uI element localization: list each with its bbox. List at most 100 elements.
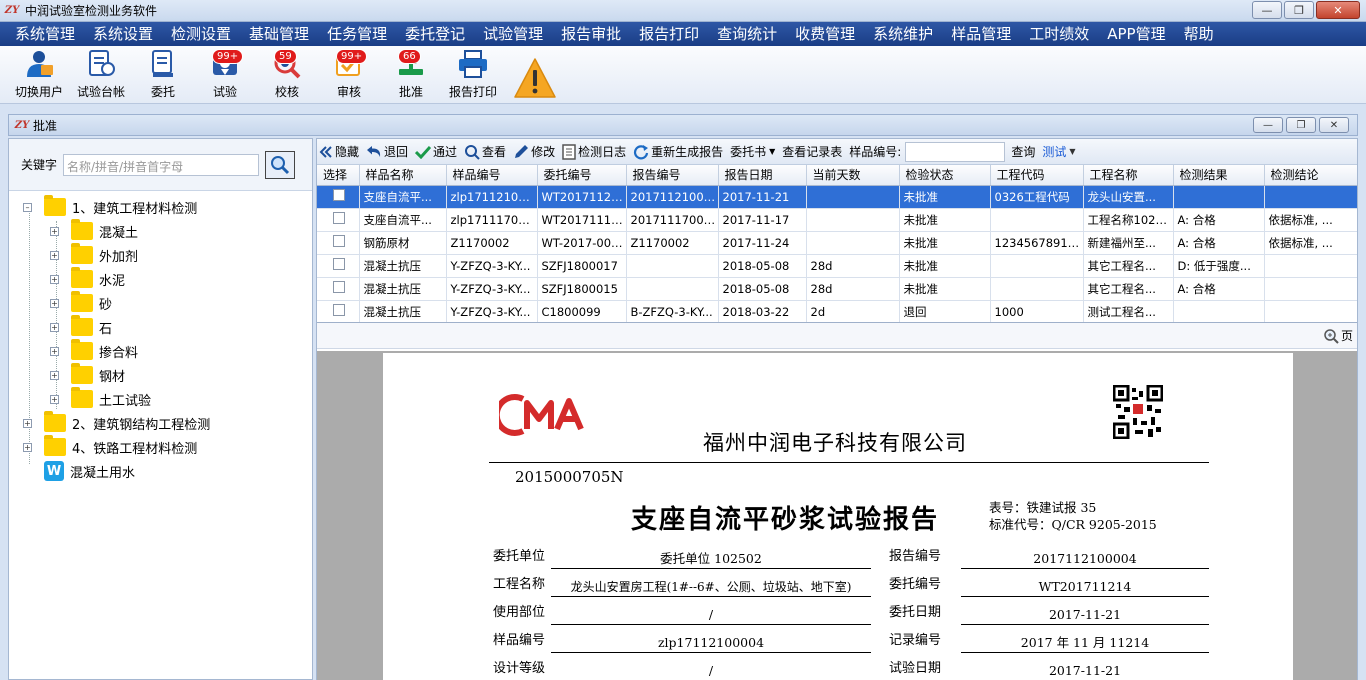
row-checkbox[interactable] [333, 212, 345, 224]
expand-icon[interactable]: + [23, 418, 32, 428]
column-header[interactable]: 工程代码 [990, 165, 1084, 186]
tree-node-steel-structure[interactable]: + 2、建筑钢结构工程检测 [9, 411, 312, 435]
zoom-in-button[interactable]: 页 [1323, 327, 1353, 344]
tree-node-cement[interactable]: + 水泥 [9, 267, 312, 291]
menu-help[interactable]: 帮助 [1175, 22, 1223, 46]
tree-node-concrete[interactable]: + 混凝土 [9, 219, 312, 243]
table-row[interactable]: 钢筋原材 Z1170002 WT-2017-00145 Z1170002 201… [317, 231, 1357, 255]
menu-sample-manage[interactable]: 样品管理 [942, 22, 1020, 46]
sample-no-input[interactable] [905, 141, 1006, 162]
query-button[interactable]: 查询 [1011, 143, 1035, 160]
menu-commission-register[interactable]: 委托登记 [396, 22, 474, 46]
project-label: 工程名称 [493, 577, 546, 592]
tree-node-steel[interactable]: + 钢材 [9, 363, 312, 387]
report-print-button[interactable]: 报告打印 [442, 47, 504, 103]
table-row[interactable]: 混凝土抗压 Y-ZFZQ-3-KY... SZFJ1800015 2018-05… [317, 277, 1357, 301]
header-divider [489, 462, 1209, 463]
row-checkbox[interactable] [333, 304, 345, 316]
menu-test-manage[interactable]: 试验管理 [474, 22, 552, 46]
close-button[interactable]: ✕ [1316, 1, 1360, 19]
menu-app-manage[interactable]: APP管理 [1098, 22, 1174, 46]
restore-button[interactable]: ❐ [1284, 1, 1314, 19]
warning-button[interactable] [504, 47, 566, 103]
column-header[interactable]: 样品编号 [446, 165, 538, 186]
tree-node-stone[interactable]: + 石 [9, 315, 312, 339]
view-records-button[interactable]: 查看记录表 [782, 143, 842, 160]
approve-button[interactable]: 66 批准 [380, 47, 442, 103]
tree-node-admixture[interactable]: + 外加剂 [9, 243, 312, 267]
column-header[interactable]: 检测结论 [1264, 165, 1357, 186]
row-checkbox[interactable] [333, 235, 345, 247]
minimize-button[interactable]: — [1252, 1, 1282, 19]
keyword-search-input[interactable]: 名称/拼音/拼音首字母 [63, 153, 260, 176]
column-header[interactable]: 样品名称 [359, 165, 447, 186]
view-button[interactable]: 查看 [464, 143, 506, 160]
column-header[interactable]: 检验状态 [899, 165, 991, 186]
menu-report-approval[interactable]: 报告审批 [552, 22, 630, 46]
column-header[interactable]: 报告日期 [718, 165, 807, 186]
test-dropdown[interactable]: 测试 ▼ [1042, 143, 1075, 160]
search-button[interactable] [265, 150, 296, 179]
column-header[interactable]: 当前天数 [806, 165, 900, 186]
tree-node-mineral-admixture[interactable]: + 掺合料 [9, 339, 312, 363]
expand-icon[interactable]: + [23, 442, 32, 452]
window-title: 中润试验室检测业务软件 [25, 4, 158, 18]
column-header[interactable]: 检测结果 [1173, 165, 1265, 186]
tree-node-concrete-water[interactable]: W 混凝土用水 [9, 459, 312, 483]
expand-icon[interactable]: + [50, 370, 59, 380]
table-row[interactable]: 混凝土抗压 Y-ZFZQ-3-KY... SZFJ1800017 2018-05… [317, 254, 1357, 278]
expand-icon[interactable]: + [50, 226, 59, 236]
menu-test-settings[interactable]: 检测设置 [162, 22, 240, 46]
menu-work-performance[interactable]: 工时绩效 [1020, 22, 1098, 46]
inner-restore-button[interactable]: ❐ [1286, 117, 1316, 133]
tree-node-railway-materials[interactable]: + 4、铁路工程材料检测 [9, 435, 312, 459]
menu-query-stats[interactable]: 查询统计 [708, 22, 786, 46]
folder-icon [71, 387, 93, 408]
table-row[interactable]: 支座自流平... zlp17111700003 WT201711173 2017… [317, 208, 1357, 232]
commission-book-dropdown[interactable]: 委托书 ▼ [730, 143, 775, 160]
test-button[interactable]: 99+ 试验 [194, 47, 256, 103]
row-checkbox[interactable] [333, 189, 345, 201]
column-header[interactable]: 工程名称 [1083, 165, 1174, 186]
tree-node-geotechnical[interactable]: + 土工试验 [9, 387, 312, 411]
menu-report-print[interactable]: 报告打印 [630, 22, 708, 46]
menu-system-settings[interactable]: 系统设置 [84, 22, 162, 46]
tree-node-building-materials[interactable]: – 1、建筑工程材料检测 [9, 195, 312, 219]
menu-task-manage[interactable]: 任务管理 [318, 22, 396, 46]
menu-system-manage[interactable]: 系统管理 [6, 22, 84, 46]
table-row[interactable]: 支座自流平... zlp17112100004 WT201711214 2017… [317, 185, 1357, 209]
review-button[interactable]: 99+ 审核 [318, 47, 380, 103]
title-bar: ZY 中润试验室检测业务软件 — ❐ ✕ [0, 0, 1366, 22]
column-header[interactable]: 委托编号 [537, 165, 627, 186]
expand-icon[interactable]: + [50, 346, 59, 356]
menu-system-maintain[interactable]: 系统维护 [864, 22, 942, 46]
check-button[interactable]: 59 校核 [256, 47, 318, 103]
modify-button[interactable]: 修改 [513, 143, 555, 160]
switch-user-button[interactable]: 切换用户 [8, 47, 70, 103]
expand-icon[interactable]: + [50, 274, 59, 284]
inner-close-button[interactable]: ✕ [1319, 117, 1349, 133]
row-checkbox[interactable] [333, 281, 345, 293]
expand-icon[interactable]: + [50, 394, 59, 404]
tree-node-sand[interactable]: + 砂 [9, 291, 312, 315]
table-row[interactable]: 混凝土抗压 Y-ZFZQ-3-KY... C1800099 B-ZFZQ-3-K… [317, 300, 1357, 322]
regenerate-report-button[interactable]: 重新生成报告 [633, 143, 723, 160]
expand-icon[interactable]: + [50, 298, 59, 308]
column-header[interactable]: 选择 [317, 165, 360, 186]
commission-button[interactable]: 委托 [132, 47, 194, 103]
expand-icon[interactable]: + [50, 250, 59, 260]
collapse-icon[interactable]: – [23, 202, 32, 212]
column-header[interactable]: 报告编号 [626, 165, 719, 186]
hide-button[interactable]: 隐藏 [319, 143, 359, 160]
expand-icon[interactable]: + [50, 322, 59, 332]
menu-fee-manage[interactable]: 收费管理 [786, 22, 864, 46]
row-checkbox[interactable] [333, 258, 345, 270]
pass-button[interactable]: 通过 [415, 143, 457, 160]
inner-minimize-button[interactable]: — [1253, 117, 1283, 133]
return-button[interactable]: 退回 [366, 143, 408, 160]
test-log-button[interactable]: 检测日志 [562, 143, 626, 160]
menu-base-manage[interactable]: 基础管理 [240, 22, 318, 46]
commission-icon [146, 48, 180, 80]
sample-no-value: zlp17112100004 [551, 633, 871, 653]
test-ledger-button[interactable]: 试验台帐 [70, 47, 132, 103]
